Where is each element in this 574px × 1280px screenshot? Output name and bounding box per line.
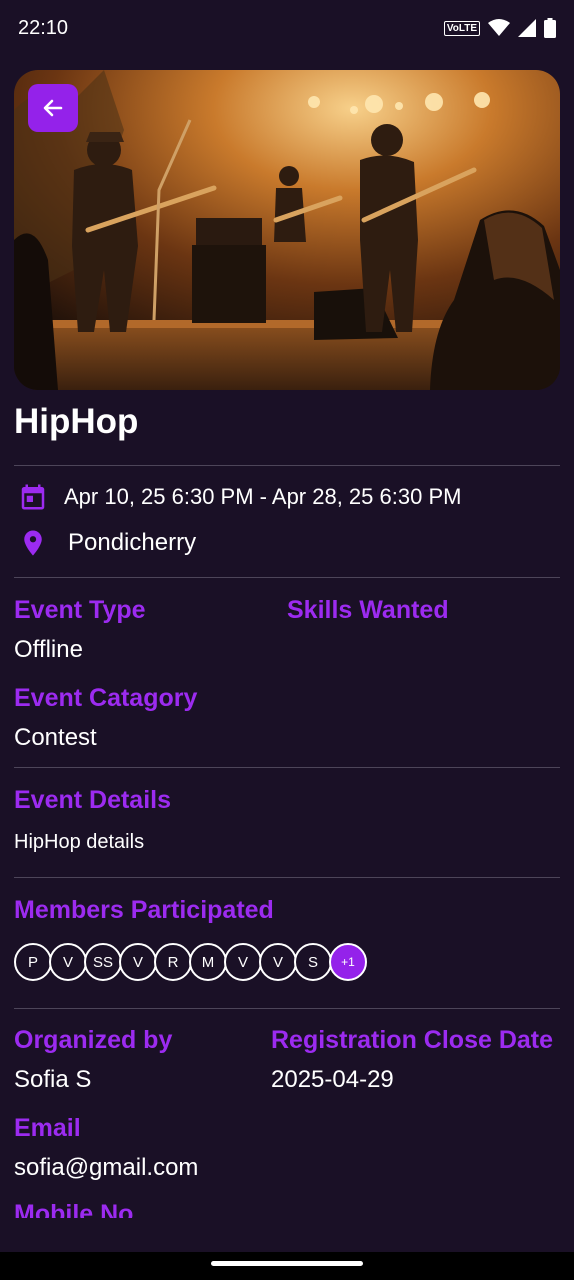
members-avatar-list: P V SS V R M V V S +1 <box>14 943 367 981</box>
event-details-value: HipHop details <box>14 831 145 853</box>
calendar-icon <box>21 484 45 510</box>
member-avatar[interactable]: R <box>154 943 192 981</box>
registration-close-date-value: 2025-04-29 <box>271 1066 394 1093</box>
scroll-clip <box>0 1218 574 1252</box>
member-avatar[interactable]: S <box>294 943 332 981</box>
member-avatar[interactable]: M <box>189 943 227 981</box>
system-nav-bar <box>0 1252 574 1280</box>
status-icons: VoLTE <box>443 18 556 38</box>
event-location: Pondicherry <box>68 529 197 556</box>
member-avatar[interactable]: P <box>14 943 52 981</box>
event-details-label: Event Details <box>14 786 172 814</box>
divider <box>14 877 560 878</box>
divider <box>14 767 560 768</box>
event-type-value: Offline <box>14 636 83 663</box>
event-location-row: Pondicherry <box>14 527 196 559</box>
wifi-icon <box>488 19 510 36</box>
arrow-left-icon <box>43 99 63 117</box>
member-avatar[interactable]: V <box>49 943 87 981</box>
event-type-label: Event Type <box>14 596 146 624</box>
organizer-name: Sofia S <box>14 1066 92 1093</box>
email-value: sofia@gmail.com <box>14 1154 199 1181</box>
battery-icon <box>544 18 556 38</box>
event-category-label: Event Catagory <box>14 684 198 712</box>
volte-icon: VoLTE <box>443 20 480 36</box>
member-avatar[interactable]: V <box>259 943 297 981</box>
event-title: HipHop <box>14 402 139 441</box>
divider <box>14 577 560 578</box>
email-label: Email <box>14 1114 81 1142</box>
home-indicator[interactable] <box>211 1261 363 1266</box>
event-date-row: Apr 10, 25 6:30 PM - Apr 28, 25 6:30 PM <box>14 482 461 512</box>
member-avatar[interactable]: V <box>119 943 157 981</box>
skills-wanted-label: Skills Wanted <box>287 596 449 624</box>
status-bar: 22:10 VoLTE <box>0 0 574 56</box>
divider <box>14 465 560 466</box>
back-button[interactable] <box>28 84 78 132</box>
registration-close-date-label: Registration Close Date <box>271 1026 554 1054</box>
event-cover-image <box>14 70 560 390</box>
status-time: 22:10 <box>18 16 69 39</box>
member-avatar[interactable]: SS <box>84 943 122 981</box>
member-avatar[interactable]: V <box>224 943 262 981</box>
event-category-value: Contest <box>14 724 97 751</box>
divider <box>14 1008 560 1009</box>
more-members-badge[interactable]: +1 <box>329 943 367 981</box>
signal-icon <box>518 19 536 37</box>
organized-by-label: Organized by <box>14 1026 173 1054</box>
members-participated-label: Members Participated <box>14 896 274 924</box>
location-pin-icon <box>24 530 42 556</box>
event-date-range: Apr 10, 25 6:30 PM - Apr 28, 25 6:30 PM <box>64 484 462 509</box>
